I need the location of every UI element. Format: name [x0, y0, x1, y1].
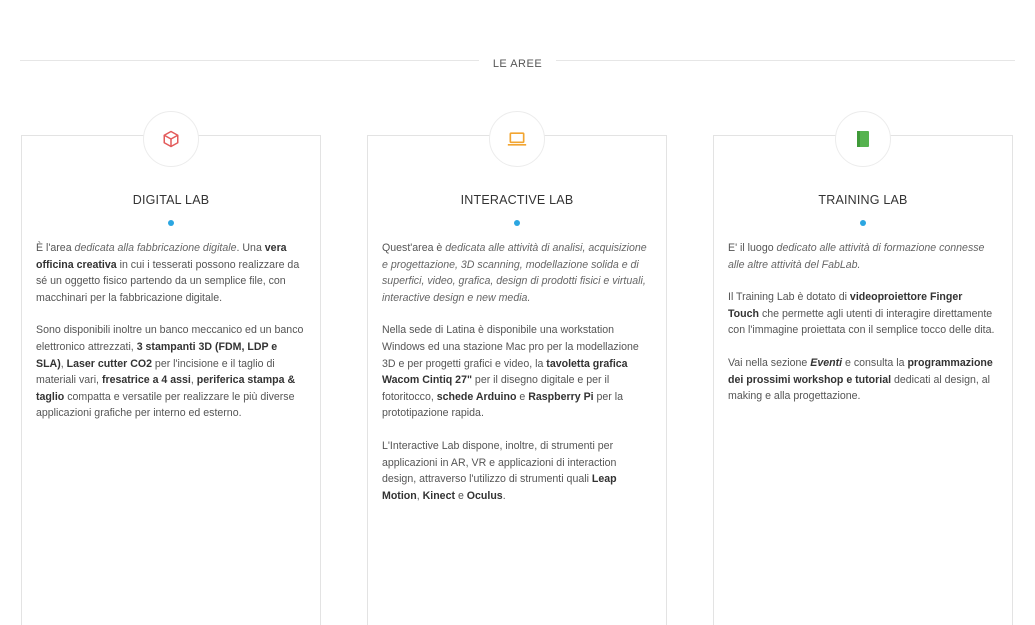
card-paragraph: Il Training Lab è dotato di videoproiett…: [728, 289, 996, 339]
card-body: E' il luogo dedicato alle attività di fo…: [714, 226, 1012, 405]
text-run: L'Interactive Lab dispone, inoltre, di s…: [382, 439, 617, 486]
text-run: e consulta la: [842, 356, 908, 369]
book-icon: [857, 131, 869, 147]
text-run: e: [516, 390, 529, 403]
text-run: Quest'area è: [382, 242, 446, 254]
text-run: .: [502, 489, 506, 502]
area-card-digital-lab: DIGITAL LAB È l'area dedicata alla fabbr…: [21, 111, 321, 625]
bold-text: Oculus: [466, 489, 503, 502]
card-title: TRAINING LAB: [818, 193, 908, 207]
icon-badge: [835, 111, 891, 167]
laptop-icon: [507, 132, 527, 146]
text-run: che permette agli utenti di interagire d…: [728, 307, 995, 337]
bold-text: fresatrice a 4 assi: [101, 374, 191, 387]
section-header: LE AREE: [0, 54, 1035, 72]
card-body: Quest'area è dedicata alle attività di a…: [368, 226, 666, 504]
bold-text: Kinect: [422, 489, 455, 502]
icon-badge: [489, 111, 545, 167]
text-run: Il Training Lab è dotato di: [728, 291, 850, 304]
text-run: . Una: [236, 242, 265, 254]
card-paragraph: È l'area dedicata alla fabbricazione dig…: [36, 240, 304, 306]
card-body: È l'area dedicata alla fabbricazione dig…: [22, 226, 320, 422]
card-paragraph: Sono disponibili inoltre un banco meccan…: [36, 322, 304, 422]
text-run: e: [455, 489, 467, 502]
text-run: Vai nella sezione: [728, 356, 811, 369]
area-card-interactive-lab: INTERACTIVE LAB Quest'area è dedicata al…: [367, 111, 667, 625]
bold-text: Raspberry Pi: [528, 390, 594, 403]
cube-icon: [163, 130, 179, 148]
bold-text: schede Arduino: [436, 390, 517, 403]
emphasis-text: dedicata alla fabbricazione digitale: [74, 242, 237, 254]
card-title: INTERACTIVE LAB: [460, 193, 574, 207]
card-paragraph: L'Interactive Lab dispone, inoltre, di s…: [382, 438, 650, 504]
bold-text: Laser cutter CO2: [66, 357, 152, 370]
events-link[interactable]: Eventi: [810, 357, 842, 369]
card-title: DIGITAL LAB: [132, 193, 210, 207]
card-paragraph: E' il luogo dedicato alle attività di fo…: [728, 240, 996, 273]
section-title: LE AREE: [478, 58, 557, 70]
text-run: E' il luogo: [728, 242, 777, 254]
text-run: È l'area: [36, 242, 75, 254]
card-paragraph: Quest'area è dedicata alle attività di a…: [382, 240, 650, 306]
area-card-training-lab: TRAINING LAB E' il luogo dedicato alle a…: [713, 111, 1013, 625]
card-paragraph: Vai nella sezione Eventi e consulta la p…: [728, 355, 996, 405]
icon-badge: [143, 111, 199, 167]
card-paragraph: Nella sede di Latina è disponibile una w…: [382, 322, 650, 422]
text-run: compatta e versatile per realizzare le p…: [36, 390, 295, 420]
